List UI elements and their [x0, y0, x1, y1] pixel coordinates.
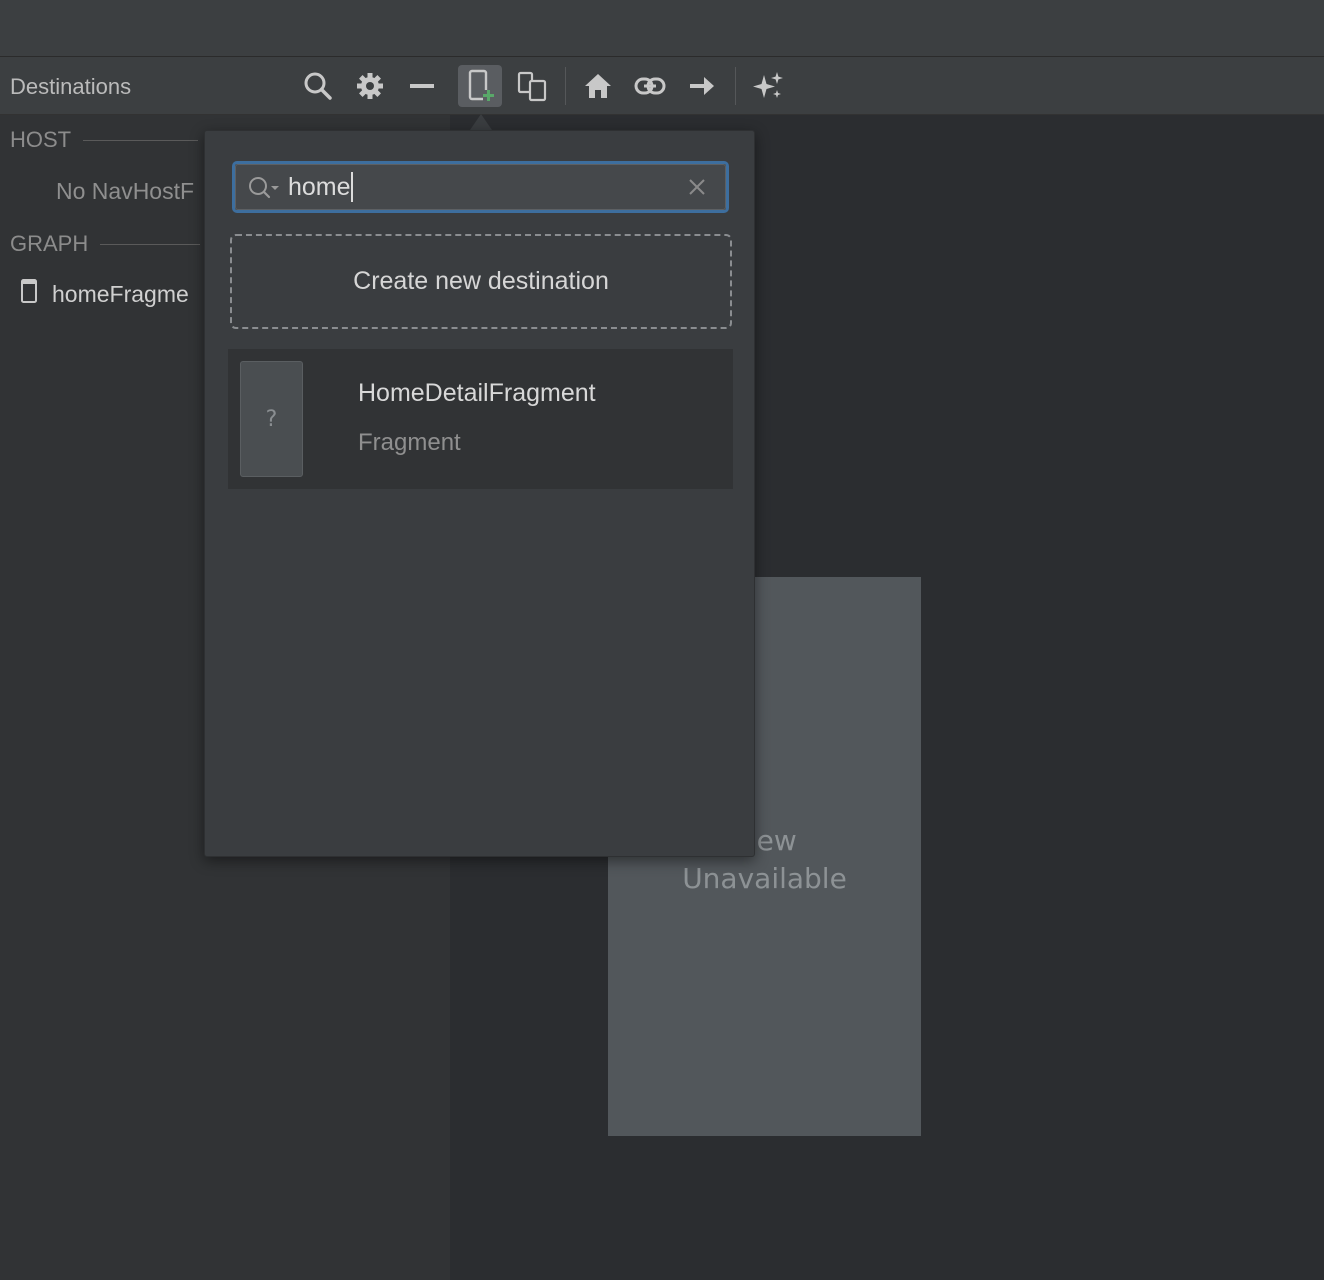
graph-section-header: GRAPH: [10, 231, 201, 257]
title-strip: [0, 0, 1324, 57]
create-new-destination-button[interactable]: Create new destination: [230, 234, 732, 329]
destination-search-box[interactable]: [232, 161, 729, 213]
auto-arrange-button[interactable]: [746, 65, 790, 107]
toolbar-separator-2: [735, 67, 736, 105]
collapse-button[interactable]: [400, 65, 444, 107]
graph-item-label: homeFragme: [52, 280, 189, 307]
add-action-button[interactable]: [680, 65, 724, 107]
text-cursor: [351, 172, 353, 202]
device-icon: [20, 278, 38, 310]
destination-thumbnail: ?: [240, 361, 303, 477]
result-name: HomeDetailFragment: [358, 379, 596, 407]
nested-graph-button[interactable]: [510, 65, 554, 107]
search-button[interactable]: [296, 65, 340, 107]
panel-title: Destinations: [10, 74, 132, 99]
search-dropdown-icon[interactable]: [247, 175, 283, 206]
link-icon: [634, 71, 666, 101]
arrow-right-icon: [687, 71, 717, 101]
graph-item-home-fragment[interactable]: homeFragme: [20, 278, 189, 310]
new-destination-icon: [465, 69, 495, 103]
host-message: No NavHostF: [56, 178, 195, 204]
auto-arrange-icon: [752, 70, 784, 102]
toolbar-separator: [565, 67, 566, 105]
result-type: Fragment: [358, 429, 461, 456]
toolbar: Destinations: [0, 57, 1324, 115]
assign-start-button[interactable]: [576, 65, 620, 107]
gear-icon: [355, 71, 385, 101]
minus-icon: [408, 72, 436, 100]
deep-link-button[interactable]: [628, 65, 672, 107]
host-section-header: HOST: [10, 127, 199, 153]
new-destination-button[interactable]: [458, 65, 502, 107]
clear-search-icon[interactable]: [687, 177, 707, 202]
settings-button[interactable]: [348, 65, 392, 107]
popup-caret: [470, 114, 492, 130]
home-icon: [583, 71, 613, 101]
add-destination-popup: Create new destination ? HomeDetailFragm…: [204, 130, 755, 857]
destination-search-input[interactable]: [288, 170, 668, 204]
result-item-home-detail-fragment[interactable]: ? HomeDetailFragment Fragment: [228, 349, 733, 489]
nested-graph-icon: [516, 70, 548, 102]
search-icon: [303, 71, 333, 101]
